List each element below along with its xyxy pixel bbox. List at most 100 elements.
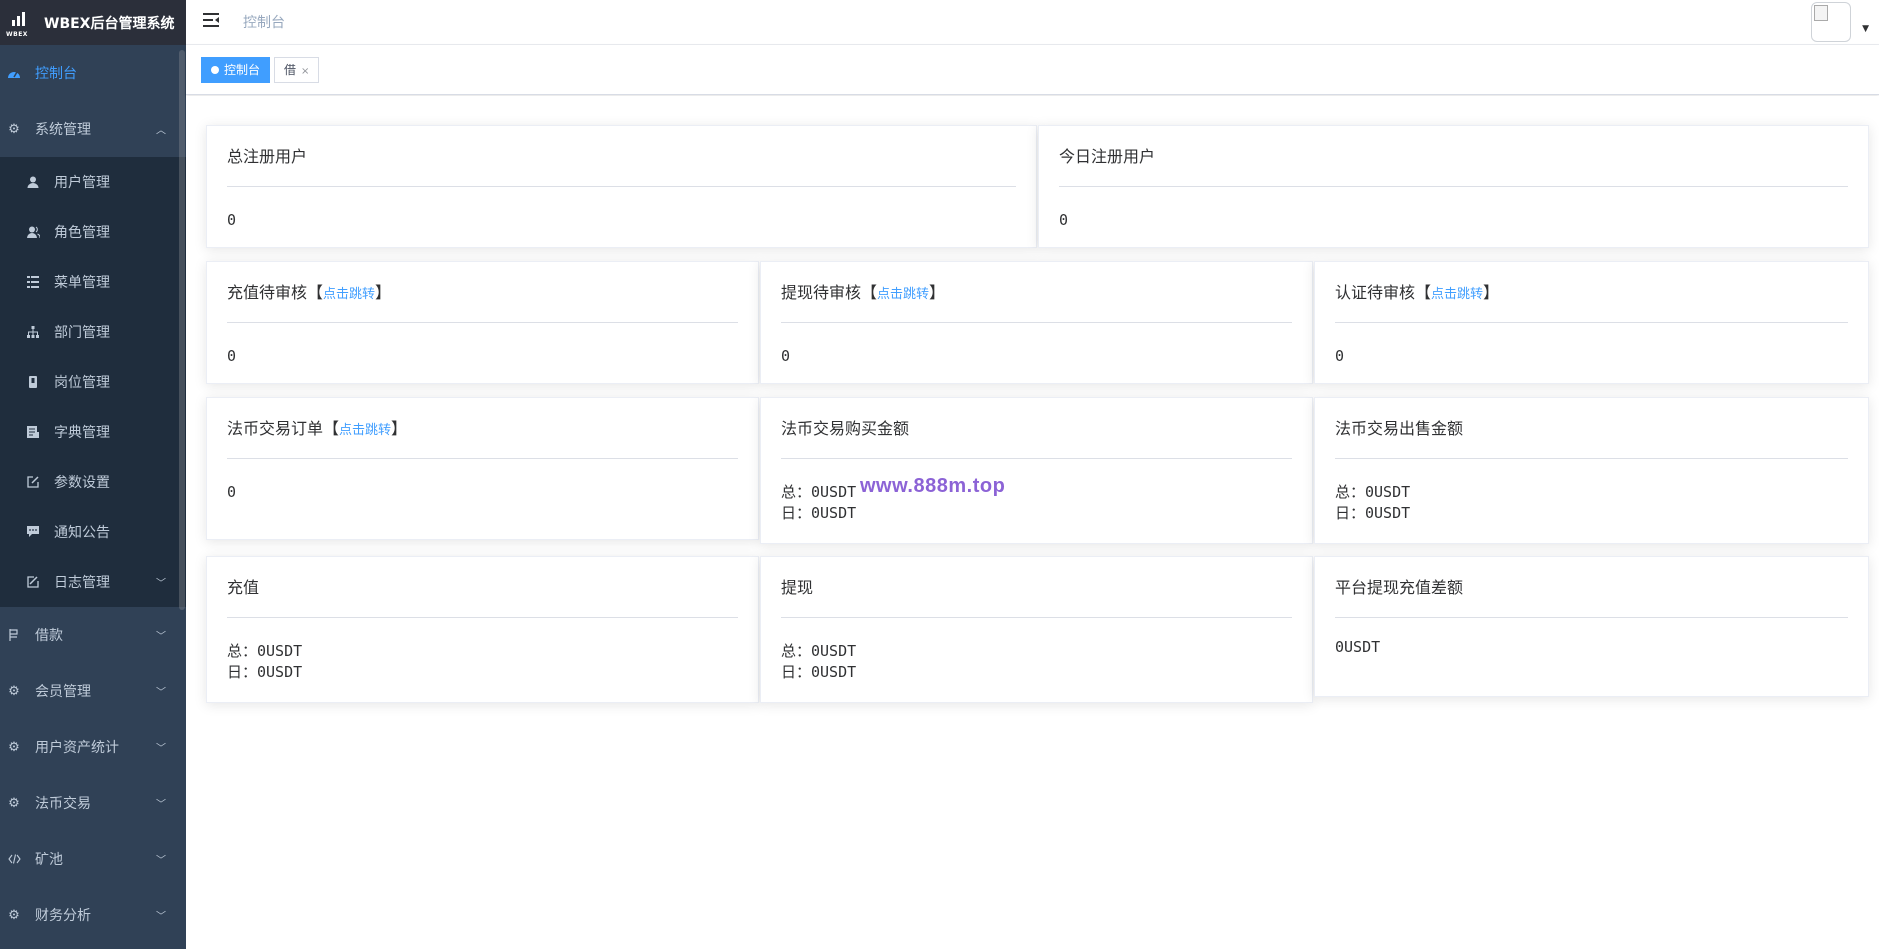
card-title: 法币交易购买金额 xyxy=(781,419,910,438)
card-today-users: 今日注册用户 0 xyxy=(1038,125,1869,248)
divider xyxy=(1335,322,1848,323)
card-total-users: 总注册用户 0 xyxy=(206,125,1037,248)
tag-loan[interactable]: 借 × xyxy=(274,57,320,83)
chevron-down-icon: ﹀ xyxy=(156,578,166,590)
chevron-down-icon: ﹀ xyxy=(156,743,166,755)
gear-icon: ⚙ xyxy=(8,907,20,923)
jump-link[interactable]: 点击跳转 xyxy=(1431,287,1483,302)
card-title: 总注册用户 xyxy=(227,147,308,166)
logo-icon: WBEX xyxy=(6,8,30,38)
card-title: 平台提现充值差额 xyxy=(1335,578,1464,597)
breadcrumb[interactable]: 控制台 xyxy=(243,12,285,32)
sidebar-item-label: 角色管理 xyxy=(54,225,110,241)
broken-image-icon xyxy=(1814,5,1828,21)
card-title-text: 法币交易订单 xyxy=(227,419,324,438)
jump-link[interactable]: 点击跳转 xyxy=(339,423,391,438)
divider xyxy=(227,322,738,323)
divider xyxy=(781,322,1292,323)
total-amount: 总：0USDT xyxy=(227,642,303,660)
jump-link[interactable]: 点击跳转 xyxy=(323,287,375,302)
tag-dashboard[interactable]: 控制台 xyxy=(201,57,271,83)
sidebar-item-dashboard[interactable]: 控制台 xyxy=(0,45,186,101)
total-amount: 总：0USDT xyxy=(1335,483,1411,501)
bracket-open: 【 xyxy=(861,283,878,302)
card-title-text: 认证待审核 xyxy=(1335,283,1416,302)
divider xyxy=(227,458,738,459)
card-recharge: 充值 总：0USDT 日：0USDT xyxy=(206,556,759,703)
sidebar-item-label: 部门管理 xyxy=(54,325,110,341)
sidebar-item-config[interactable]: 参数设置 xyxy=(0,457,186,507)
card-value: 总：0USDT 日：0USDT xyxy=(227,641,302,683)
sidebar-item-label: 借款 xyxy=(35,628,63,644)
dashboard-main: 总注册用户 0 今日注册用户 0 充值待审核【点击跳转】 0 提现待审核【点击跳… xyxy=(186,96,1879,949)
card-title: 今日注册用户 xyxy=(1059,147,1156,166)
sidebar-item-menus[interactable]: 菜单管理 xyxy=(0,257,186,307)
caret-down-icon[interactable]: ▼ xyxy=(1862,24,1869,34)
sidebar-item-departments[interactable]: 部门管理 xyxy=(0,307,186,357)
sidebar-item-notices[interactable]: 通知公告 xyxy=(0,507,186,557)
daily-amount: 日：0USDT xyxy=(781,663,857,681)
sidebar-item-members[interactable]: ⚙ 会员管理 ﹀ xyxy=(0,663,186,719)
message-icon xyxy=(26,525,40,539)
logo[interactable]: WBEX WBEX后台管理系统 xyxy=(0,0,186,45)
sidebar-item-label: 用户管理 xyxy=(54,175,110,191)
divider xyxy=(227,186,1016,187)
jump-link[interactable]: 点击跳转 xyxy=(877,287,929,302)
peoples-icon xyxy=(26,225,40,239)
card-title-text: 充值待审核 xyxy=(227,283,308,302)
card-value: 总：0USDT 日：0USDT xyxy=(781,482,856,524)
sidebar-item-posts[interactable]: 岗位管理 xyxy=(0,357,186,407)
bracket-open: 【 xyxy=(1415,283,1432,302)
sidebar-item-label: 字典管理 xyxy=(54,425,110,441)
app-title: WBEX后台管理系统 xyxy=(44,15,175,32)
sidebar-item-label: 通知公告 xyxy=(54,525,110,541)
card-title: 提现 xyxy=(781,578,814,597)
sidebar-item-label: 岗位管理 xyxy=(54,375,110,391)
dashboard-icon xyxy=(7,66,21,80)
card-value: 0 xyxy=(227,483,237,501)
edit-icon xyxy=(26,475,40,489)
sidebar-item-users[interactable]: 用户管理 xyxy=(0,157,186,207)
divider xyxy=(227,617,738,618)
divider xyxy=(1335,617,1848,618)
tags-view: 控制台 借 × xyxy=(186,45,1879,95)
card-value: 总：0USDT 日：0USDT xyxy=(781,641,856,683)
card-value: 0 xyxy=(781,347,791,365)
bracket-close: 】 xyxy=(929,283,946,302)
divider xyxy=(1059,186,1848,187)
chevron-down-icon: ﹀ xyxy=(156,799,166,811)
sidebar-item-fiat[interactable]: ⚙ 法币交易 ﹀ xyxy=(0,775,186,831)
sidebar-item-logs[interactable]: 日志管理 ﹀ xyxy=(0,557,186,607)
card-value: 0 xyxy=(1335,347,1345,365)
hamburger-icon[interactable] xyxy=(202,12,220,28)
sidebar-item-label: 参数设置 xyxy=(54,475,110,491)
sidebar-item-roles[interactable]: 角色管理 xyxy=(0,207,186,257)
card-recharge-pending: 充值待审核【点击跳转】 0 xyxy=(206,261,759,384)
gear-icon: ⚙ xyxy=(8,683,20,699)
sidebar-item-loan[interactable]: 借款 ﹀ xyxy=(0,607,186,663)
chevron-down-icon: ﹀ xyxy=(156,911,166,923)
sidebar-item-label: 控制台 xyxy=(35,66,77,82)
navbar: 控制台 ▼ xyxy=(186,0,1879,45)
card-title: 充值待审核【点击跳转】 xyxy=(227,279,391,303)
sidebar-item-assets[interactable]: ⚙ 用户资产统计 ﹀ xyxy=(0,719,186,775)
chevron-down-icon: ﹀ xyxy=(156,631,166,643)
total-amount: 总：0USDT xyxy=(781,642,857,660)
chevron-up-icon: ︿ xyxy=(156,125,166,137)
sidebar-scrollbar[interactable] xyxy=(179,50,185,610)
sidebar-item-finance[interactable]: ⚙ 财务分析 ﹀ xyxy=(0,887,186,943)
sidebar-item-system[interactable]: ⚙ 系统管理 ︿ xyxy=(0,101,186,157)
gear-icon: ⚙ xyxy=(8,739,20,755)
sidebar-item-dict[interactable]: 字典管理 xyxy=(0,407,186,457)
dict-icon xyxy=(26,425,40,439)
daily-amount: 日：0USDT xyxy=(1335,504,1411,522)
close-icon[interactable]: × xyxy=(301,66,309,77)
user-icon xyxy=(26,175,40,189)
card-title-text: 提现待审核 xyxy=(781,283,862,302)
avatar[interactable] xyxy=(1811,2,1851,42)
sidebar-item-mining[interactable]: 矿池 ﹀ xyxy=(0,831,186,887)
chevron-down-icon: ﹀ xyxy=(156,855,166,867)
card-withdraw-pending: 提现待审核【点击跳转】 0 xyxy=(760,261,1313,384)
card-value: 0 xyxy=(227,211,237,229)
card-title: 充值 xyxy=(227,578,260,597)
